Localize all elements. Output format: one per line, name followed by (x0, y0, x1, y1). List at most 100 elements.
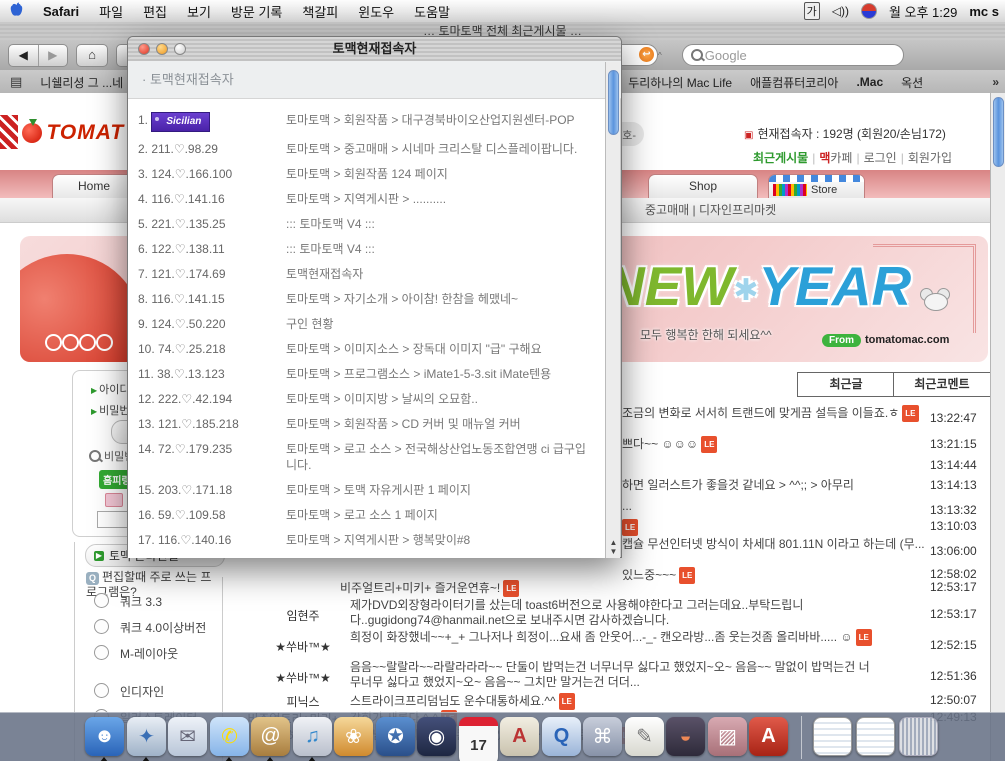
korean-input-icon[interactable] (861, 3, 877, 19)
dock-icon-image-viewer[interactable]: ▨ (708, 717, 747, 756)
feed-text-1[interactable]: 조금의 변화로 서서히 트랜드에 맞게끔 설득을 이들죠.ㅎLE (622, 405, 934, 422)
visitor-row[interactable]: 7. 121.♡.174.69토맥현재접속자 (138, 266, 607, 282)
forward-button[interactable]: ▶ (38, 45, 68, 66)
visitor-row[interactable]: 8. 116.♡.141.15토마토맥 > 자기소개 > 아이참! 한참을 헤맸… (138, 291, 607, 307)
dock-icon-appleworks[interactable]: A (500, 717, 539, 756)
dock-icon-ical[interactable]: 17 (459, 717, 498, 761)
dock-minimized-window-2[interactable] (856, 717, 895, 756)
browser-scrollbar-thumb[interactable] (993, 97, 1004, 167)
menu-user[interactable]: mc s (969, 4, 999, 19)
input-method-icon[interactable]: 가 (804, 2, 820, 20)
visitor-row[interactable]: 18. 66.♡.73.33토마토맥 > 회원작품 > 아트북부부 포플르제작중… (138, 557, 607, 558)
site-logo[interactable]: TOMAT (22, 121, 124, 145)
feed-text-5[interactable]: ... (622, 499, 934, 514)
popup-scrollbar[interactable]: ▲▼ (605, 62, 620, 558)
visitor-row[interactable]: 13. 121.♡.185.218토마토맥 > 회원작품 > CD 커버 및 매… (138, 416, 607, 432)
feed-text-2[interactable]: 쁘다~~ ☺☺☺LE (622, 436, 934, 453)
feed-user-13[interactable]: 피닉스 (248, 693, 358, 710)
trash-icon[interactable] (899, 717, 938, 756)
bookmark-item-1[interactable]: 니쉘리셩 그 ...네 (40, 74, 123, 91)
feed-text-9[interactable]: 비주얼트리+미키+ 즐거운연휴~!LE (340, 580, 519, 597)
dock-icon-system-preferences[interactable]: ⌘ (583, 717, 622, 756)
dock-icon-imovie[interactable]: ✪ (376, 717, 415, 756)
mac-cafe-link[interactable]: 맥 (819, 151, 830, 165)
volume-icon[interactable]: ◁)) (832, 4, 849, 18)
dock-icon-idvd[interactable]: ◉ (417, 717, 456, 756)
minimize-button[interactable] (156, 43, 168, 55)
recent-posts-link[interactable]: 최근게시물 (753, 151, 808, 165)
browser-scrollbar[interactable]: ▲▼ (990, 93, 1005, 761)
visitor-row[interactable]: 11. 38.♡.13.123토마토맥 > 프로그램소스 > iMate1-5-… (138, 366, 607, 382)
visitor-row[interactable]: 17. 116.♡.140.16토마토맥 > 지역게시판 > 행복맞이#8 (138, 532, 607, 548)
feed-text-4[interactable]: 하면 일러스트가 좋을것 같네요 > ^^;; > 아무리 (622, 478, 934, 493)
dock-icon-address-book[interactable]: @ (251, 717, 290, 756)
poll-radio-1[interactable] (94, 593, 109, 608)
visitor-row[interactable]: 3. 124.♡.166.100토마토맥 > 회원작품 124 페이지 (138, 166, 607, 182)
menu-edit[interactable]: 편집 (133, 2, 177, 21)
visitor-row[interactable]: 15. 203.♡.171.18토마토맥 > 토맥 자유게시판 1 페이지 (138, 482, 607, 498)
dock-icon-iphoto[interactable]: ❀ (334, 717, 373, 756)
feed-user-10[interactable]: 임현주 (248, 607, 358, 624)
snapback-icon[interactable]: ↩ (639, 47, 654, 62)
feed-text-11[interactable]: 희정이 화장했네~~+_+ 그나저나 희정이...요새 좀 안웃어...-_- … (350, 629, 875, 646)
dock-minimized-window-1[interactable] (813, 717, 852, 756)
menu-bookmarks[interactable]: 책갈피 (292, 2, 348, 21)
bookmark-item-3[interactable]: 애플컴퓨터코리아 (750, 74, 838, 91)
menu-help[interactable]: 도움말 (404, 2, 460, 21)
feed-text-7[interactable]: 캡슐 무선인터넷 방식이 차세대 801.11N 이라고 하는데 (무... (622, 537, 934, 552)
join-link[interactable]: 회원가입 (908, 151, 952, 165)
close-button[interactable] (138, 43, 150, 55)
apple-menu-icon[interactable] (0, 2, 33, 20)
poll-radio-2[interactable] (94, 619, 109, 634)
poll-option-3[interactable]: M-레이아웃 (120, 645, 178, 662)
visitor-row[interactable]: 1. Sicilian토마토맥 > 회원작품 > 대구경북바이오산업지원센터-P… (138, 112, 607, 132)
dock-icon-itunes[interactable]: ♫ (293, 717, 332, 756)
google-search-field[interactable]: Google (682, 44, 904, 66)
visitor-row[interactable]: 5. 221.♡.135.25::: 토마토맥 V4 ::: (138, 216, 607, 232)
visitor-row[interactable]: 9. 124.♡.50.220구인 현황 (138, 316, 607, 332)
popup-scroll-arrows[interactable]: ▲▼ (606, 538, 621, 556)
feed-user-11[interactable]: ★쑤바™★ (248, 638, 358, 655)
tab-shop[interactable]: Shop (648, 174, 758, 198)
feed-text-10[interactable]: 제가DVD외장형라이터기를 샀는데 toast6버전으로 사용해야한다고 그러는… (350, 598, 875, 628)
popup-scrollbar-thumb[interactable] (608, 70, 619, 135)
col-recent-comments[interactable]: 최근코멘트 (893, 372, 990, 397)
poll-option-2[interactable]: 쿼크 4.0이상버전 (120, 619, 206, 636)
menu-safari[interactable]: Safari (33, 4, 89, 19)
feed-user-12[interactable]: ★쑤바™★ (248, 669, 358, 686)
dock-icon-acrobat[interactable]: A (749, 717, 788, 756)
zoom-button[interactable] (174, 43, 186, 55)
visitor-row[interactable]: 4. 116.♡.141.16토마토맥 > 지역게시판 > .......... (138, 191, 607, 207)
dock-icon-safari[interactable]: ✦ (127, 717, 166, 756)
bookmarks-overflow-chevron[interactable]: » (992, 75, 999, 89)
dock-icon-ichat[interactable]: ✆ (210, 717, 249, 756)
feed-text-8[interactable]: 있느중~~~LE (622, 567, 695, 584)
menu-history[interactable]: 방문 기록 (221, 2, 292, 21)
dock-icon-finder[interactable]: ☻ (85, 717, 124, 756)
visitor-popup-window[interactable]: 토맥현재접속자 · 토맥현재접속자 1. Sicilian토마토맥 > 회원작품… (127, 36, 622, 558)
menu-window[interactable]: 윈도우 (348, 2, 404, 21)
visitor-row[interactable]: 2. 211.♡.98.29토마토맥 > 중고매매 > 시네마 크리스탈 디스플… (138, 141, 607, 157)
sub-nav-links[interactable]: 중고매매 | 디자인프리마켓 (645, 203, 776, 217)
poll-option-1[interactable]: 쿼크 3.3 (120, 593, 162, 610)
login-link[interactable]: 로그인 (864, 151, 897, 165)
visitor-row[interactable]: 12. 222.♡.42.194토마토맥 > 이미지방 > 날씨의 오묘함.. (138, 391, 607, 407)
bookmark-item-2[interactable]: 두리하나의 Mac Life (628, 74, 732, 91)
feed-text-6[interactable]: LE (622, 519, 638, 536)
dock-icon-quicktime[interactable]: Q (542, 717, 581, 756)
menu-clock[interactable]: 월 오후 1:29 (889, 2, 957, 21)
menu-file[interactable]: 파일 (89, 2, 133, 21)
visitor-row[interactable]: 16. 59.♡.109.58토마토맥 > 로고 소스 1 페이지 (138, 507, 607, 523)
feed-text-13[interactable]: 스트라이크프리덤님도 운수대통하세요.^^LE (350, 693, 875, 710)
back-button[interactable]: ◀ (9, 45, 38, 66)
feed-text-12[interactable]: 음음~~랄랄라~~라랄라라라~~ 단둘이 밥먹는건 너무너무 싫다고 했었지~오… (350, 660, 875, 690)
visitor-row[interactable]: 10. 74.♡.25.218토마토맥 > 이미지소스 > 장독대 이미지 "급… (138, 341, 607, 357)
col-recent-posts[interactable]: 최근글 (797, 372, 895, 397)
visitor-row[interactable]: 6. 122.♡.138.11::: 토마토맥 V4 ::: (138, 241, 607, 257)
popup-title-bar[interactable]: 토맥현재접속자 (128, 37, 621, 62)
tab-home[interactable]: Home (52, 174, 136, 198)
bookmarks-book-icon[interactable]: ▤ (10, 74, 22, 90)
dock-icon-mail[interactable]: ✉ (168, 717, 207, 756)
home-button[interactable]: ⌂ (76, 44, 108, 67)
tab-store[interactable]: Store (768, 174, 865, 198)
